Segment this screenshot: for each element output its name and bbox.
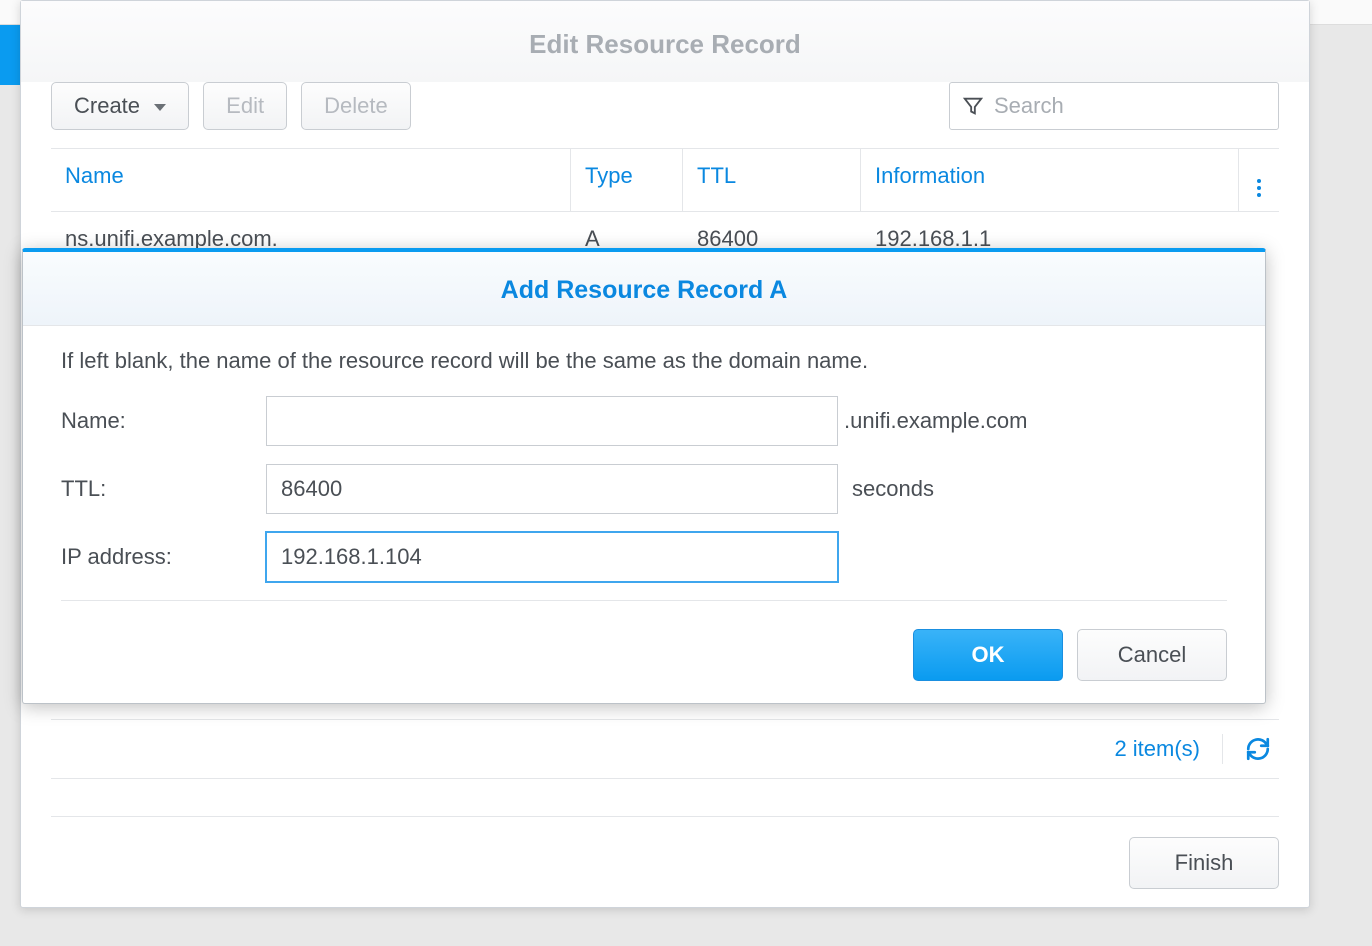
ip-row: IP address:: [61, 532, 1227, 582]
dialog-footer: Finish: [51, 816, 1279, 889]
status-bar: 2 item(s): [51, 719, 1279, 779]
inner-dialog-footer: OK Cancel: [23, 611, 1265, 703]
inner-dialog-body: If left blank, the name of the resource …: [23, 326, 1265, 611]
create-button[interactable]: Create: [51, 82, 189, 130]
table-header: Name Type TTL Information: [51, 149, 1279, 212]
col-ttl[interactable]: TTL: [683, 149, 861, 211]
name-suffix: .unifi.example.com: [844, 408, 1027, 434]
divider: [1222, 734, 1223, 764]
refresh-icon[interactable]: [1245, 736, 1271, 762]
cancel-button[interactable]: Cancel: [1077, 629, 1227, 681]
col-type[interactable]: Type: [571, 149, 683, 211]
search-box[interactable]: [949, 82, 1279, 130]
ttl-suffix: seconds: [852, 476, 934, 502]
ttl-row: TTL: seconds: [61, 464, 1227, 514]
more-icon: [1257, 171, 1261, 205]
help-text: If left blank, the name of the resource …: [61, 348, 1227, 374]
chevron-down-icon: [154, 104, 166, 111]
ip-input[interactable]: [266, 532, 838, 582]
separator: [61, 600, 1227, 601]
col-info[interactable]: Information: [861, 149, 1239, 211]
create-button-label: Create: [74, 93, 140, 118]
name-input[interactable]: [266, 396, 838, 446]
ttl-label: TTL:: [61, 476, 266, 502]
ttl-input[interactable]: [266, 464, 838, 514]
background-accent: [0, 25, 22, 85]
edit-button[interactable]: Edit: [203, 82, 287, 130]
name-row: Name: .unifi.example.com: [61, 396, 1227, 446]
ip-label: IP address:: [61, 544, 266, 570]
item-count: 2 item(s): [1114, 736, 1200, 762]
finish-button[interactable]: Finish: [1129, 837, 1279, 889]
dialog-toolbar: Create Edit Delete: [21, 82, 1309, 148]
delete-button[interactable]: Delete: [301, 82, 411, 130]
inner-dialog-title: Add Resource Record A: [23, 252, 1265, 326]
add-resource-record-dialog: Add Resource Record A If left blank, the…: [22, 248, 1266, 704]
ok-button[interactable]: OK: [913, 629, 1063, 681]
name-label: Name:: [61, 408, 266, 434]
dialog-title: Edit Resource Record: [21, 1, 1309, 82]
filter-icon: [962, 95, 984, 117]
col-name[interactable]: Name: [51, 149, 571, 211]
col-menu[interactable]: [1239, 149, 1279, 211]
search-input[interactable]: [994, 93, 1266, 119]
